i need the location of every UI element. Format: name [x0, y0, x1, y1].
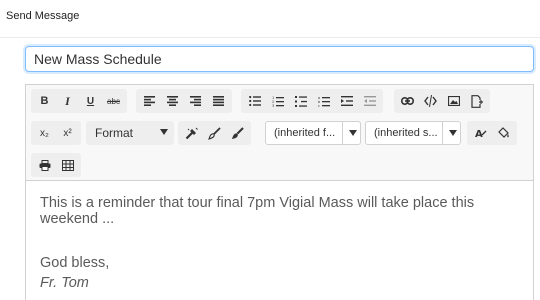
color-group: A [467, 121, 517, 145]
link-icon [401, 97, 414, 105]
rich-text-editor: B I U abc 123 a b c x₂ x² Format (inheri… [25, 84, 534, 300]
svg-text:A: A [475, 129, 483, 139]
font-color-icon: A [475, 129, 486, 139]
format-painter-button[interactable] [226, 121, 249, 145]
align-justify-icon [213, 96, 224, 106]
font-family-divider [342, 122, 343, 144]
alignment-group [136, 89, 232, 113]
brush-icon [208, 126, 221, 140]
bulleted-list-button[interactable] [243, 89, 266, 113]
link-button[interactable] [396, 89, 419, 113]
underline-button[interactable]: U [79, 89, 102, 113]
svg-text:c: c [318, 104, 320, 107]
align-center-button[interactable] [161, 89, 184, 113]
font-size-select[interactable]: (inherited s... [365, 121, 461, 145]
indent-icon [340, 96, 353, 106]
strikethrough-button[interactable]: abc [102, 89, 125, 113]
brush-button[interactable] [203, 121, 226, 145]
image-icon [447, 96, 460, 106]
subscript-button[interactable]: x₂ [33, 121, 56, 145]
editor-toolbar: B I U abc 123 a b c x₂ x² Format (inheri… [26, 85, 533, 181]
table-icon [61, 159, 74, 171]
lettered-list-button[interactable]: abc [312, 89, 335, 113]
chevron-down-icon [160, 129, 168, 135]
outline-list-icon [294, 95, 307, 107]
chevron-down-icon [349, 130, 357, 136]
chevron-down-icon [449, 130, 457, 136]
modal-header: Send Message [0, 0, 540, 38]
image-button[interactable] [442, 89, 465, 113]
misc-group [31, 153, 81, 177]
unlink-icon [424, 95, 437, 107]
numbered-list-icon: 123 [272, 96, 284, 107]
subject-input[interactable]: New Mass Schedule [25, 46, 534, 72]
align-right-button[interactable] [184, 89, 207, 113]
font-size-value: (inherited s... [374, 127, 438, 139]
italic-button[interactable]: I [56, 89, 79, 113]
table-button[interactable] [56, 153, 79, 177]
font-color-button[interactable]: A [469, 121, 492, 145]
align-left-icon [144, 96, 155, 106]
print-button[interactable] [33, 153, 56, 177]
align-center-icon [167, 96, 178, 106]
bold-button[interactable]: B [33, 89, 56, 113]
file-button[interactable] [465, 89, 488, 113]
cleanup-group [178, 121, 251, 145]
font-size-divider [442, 122, 443, 144]
align-justify-button[interactable] [207, 89, 230, 113]
outline-list-button[interactable] [289, 89, 312, 113]
superscript-button[interactable]: x² [56, 121, 79, 145]
fill-color-icon [497, 127, 509, 138]
lettered-list-icon: abc [318, 96, 330, 107]
file-icon [470, 94, 483, 108]
fill-color-button[interactable] [492, 121, 515, 145]
message-body-line: This is a reminder that tour final 7pm V… [40, 195, 475, 227]
svg-text:3: 3 [272, 104, 274, 107]
modal-title: Send Message [6, 10, 80, 22]
font-family-select[interactable]: (inherited f... [265, 121, 361, 145]
format-dropdown[interactable]: Format [86, 121, 174, 145]
print-icon [39, 159, 50, 171]
message-signature: Fr. Tom [40, 275, 89, 291]
align-left-button[interactable] [138, 89, 161, 113]
indent-button[interactable] [335, 89, 358, 113]
list-indent-group: 123 abc [241, 89, 383, 113]
magic-wand-icon [185, 127, 198, 139]
numbered-list-button[interactable]: 123 [266, 89, 289, 113]
format-dropdown-label: Format [95, 126, 134, 140]
unlink-button[interactable] [419, 89, 442, 113]
bulleted-list-icon [248, 96, 261, 106]
remove-format-button[interactable] [180, 121, 203, 145]
outdent-icon [363, 96, 376, 106]
align-right-icon [190, 96, 201, 106]
script-group: x₂ x² [31, 121, 81, 145]
insert-group [394, 89, 490, 113]
message-signoff: God bless, [40, 255, 110, 271]
font-family-value: (inherited f... [274, 127, 336, 139]
text-style-group: B I U abc [31, 89, 127, 113]
format-painter-icon [232, 126, 244, 139]
outdent-button[interactable] [358, 89, 381, 113]
